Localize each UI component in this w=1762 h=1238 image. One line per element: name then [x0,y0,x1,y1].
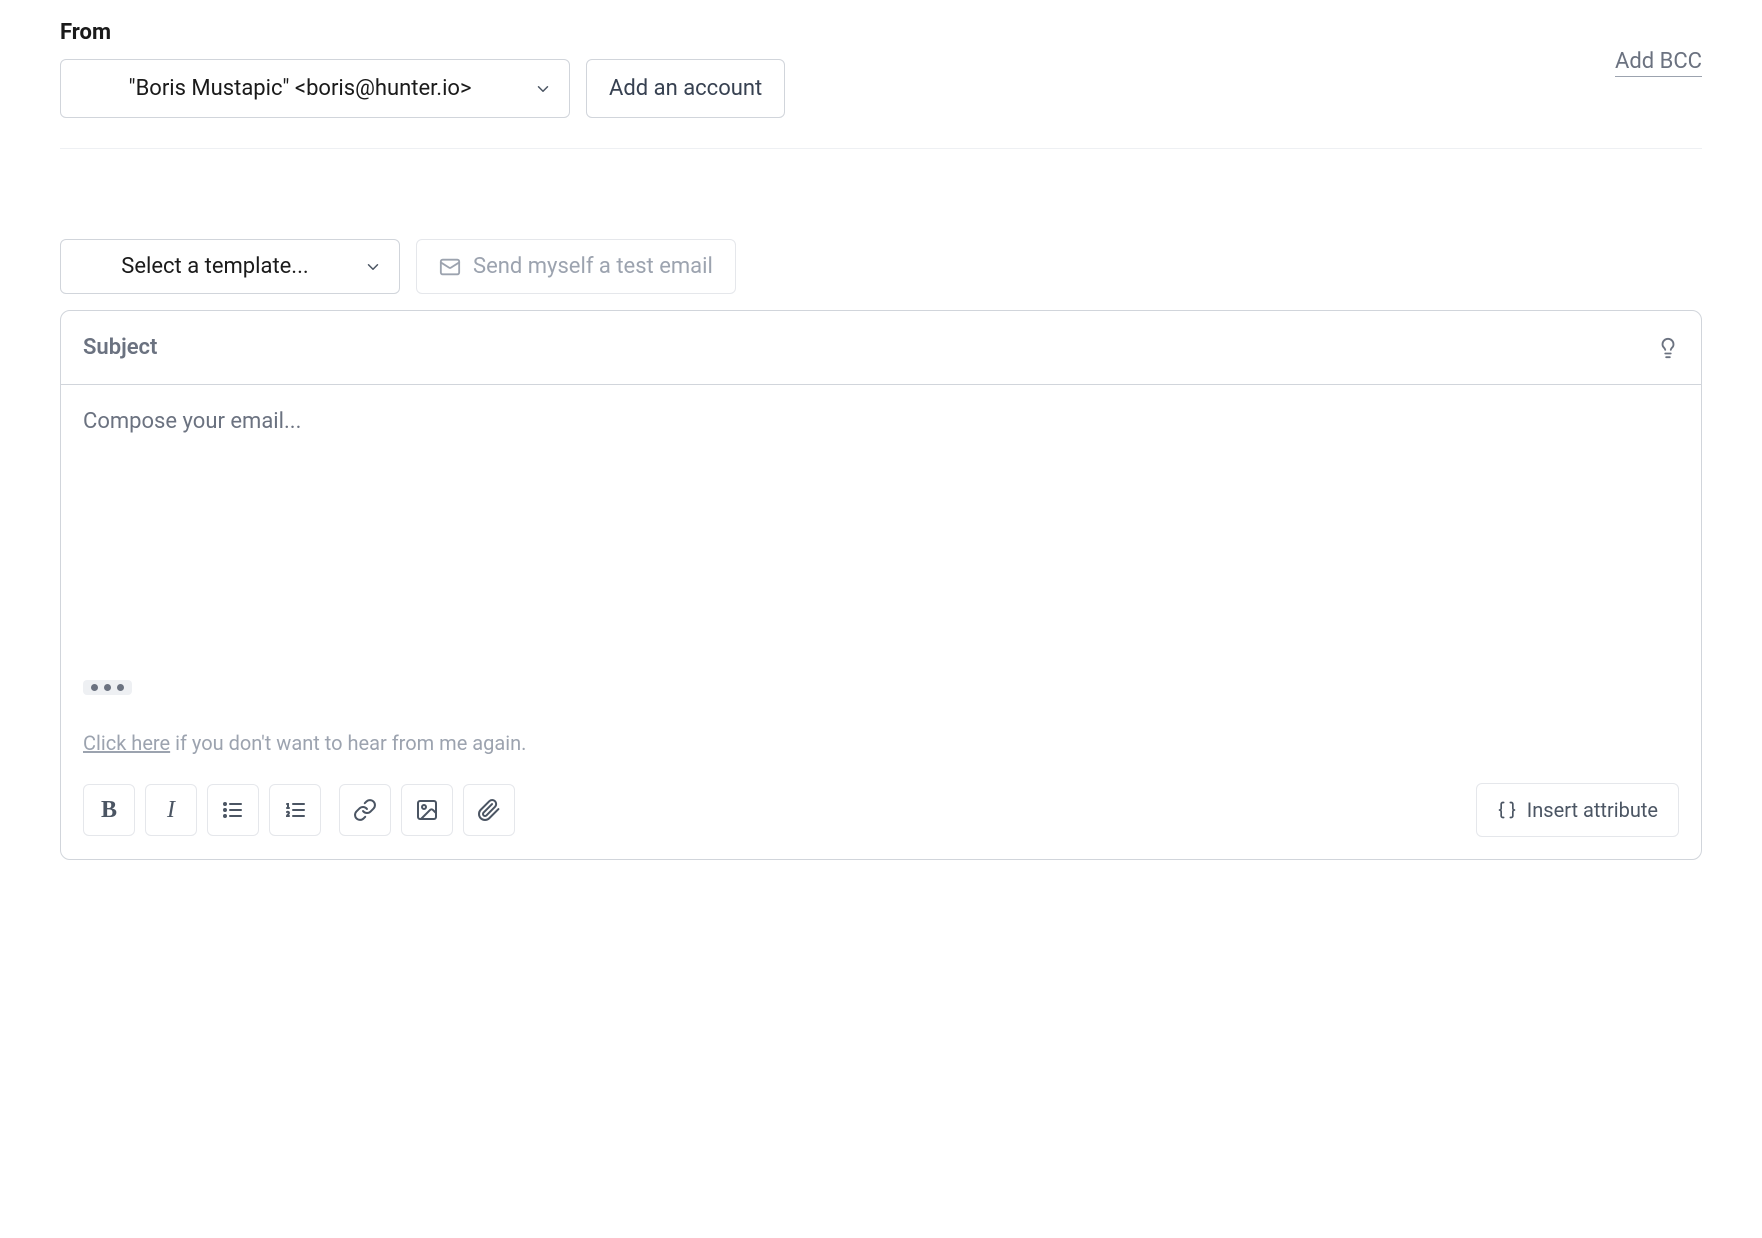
image-button[interactable] [401,784,453,836]
bold-button[interactable]: B [83,784,135,836]
template-select-wrapper: Select a template... [60,239,400,294]
from-section: From "Boris Mustapic" <boris@hunter.io> … [60,20,1702,149]
insert-attribute-label: Insert attribute [1527,798,1658,822]
send-test-email-label: Send myself a test email [473,254,713,279]
unsubscribe-link[interactable]: Click here [83,731,170,755]
image-icon [415,798,439,822]
dot-icon [117,684,124,691]
template-select[interactable]: Select a template... [60,239,400,294]
dot-icon [104,684,111,691]
bullet-list-button[interactable] [207,784,259,836]
template-row: Select a template... Send myself a test … [60,239,1702,294]
paperclip-icon [477,798,501,822]
attachment-button[interactable] [463,784,515,836]
send-test-email-button[interactable]: Send myself a test email [416,239,736,294]
dot-icon [91,684,98,691]
numbered-list-button[interactable] [269,784,321,836]
italic-icon: I [167,797,175,824]
from-account-select[interactable]: "Boris Mustapic" <boris@hunter.io> [60,59,570,118]
unsubscribe-text: if you don't want to hear from me again. [170,731,526,755]
subject-row [61,311,1701,385]
bullet-list-icon [221,798,245,822]
numbered-list-icon [283,798,307,822]
braces-icon [1497,800,1517,820]
from-row: "Boris Mustapic" <boris@hunter.io> Add a… [60,59,1702,149]
expand-collapse-dots[interactable] [83,680,132,695]
italic-button[interactable]: I [145,784,197,836]
lightbulb-icon[interactable] [1657,337,1679,359]
insert-attribute-button[interactable]: Insert attribute [1476,783,1679,837]
editor-toolbar: B I Insert attribute [61,765,1701,859]
compose-textarea[interactable] [83,409,1679,670]
compose-body: Click here if you don't want to hear fro… [61,385,1701,765]
add-account-button[interactable]: Add an account [586,59,785,118]
compose-box: Click here if you don't want to hear fro… [60,310,1702,860]
add-bcc-link[interactable]: Add BCC [1615,49,1702,77]
unsubscribe-line: Click here if you don't want to hear fro… [83,731,1679,755]
from-select-wrapper: "Boris Mustapic" <boris@hunter.io> [60,59,570,118]
insert-group [339,784,515,836]
format-group: B I [83,784,321,836]
bold-icon: B [101,797,117,824]
from-label: From [60,20,1702,45]
link-button[interactable] [339,784,391,836]
envelope-icon [439,256,461,278]
link-icon [353,798,377,822]
subject-input[interactable] [83,311,1657,384]
